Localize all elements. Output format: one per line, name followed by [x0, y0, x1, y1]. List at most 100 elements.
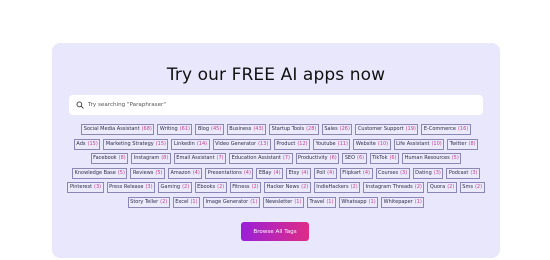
tag-knowledge-base[interactable]: Knowledge Base (5) — [72, 167, 128, 179]
tag-label: Quora — [429, 184, 446, 190]
tag-customer-support[interactable]: Customer Support (19) — [355, 124, 419, 135]
tag-label: Pinterest — [69, 184, 93, 190]
tag-reviews[interactable]: Reviews (5) — [130, 167, 165, 179]
tag-human-resources[interactable]: Human Resources (5) — [402, 153, 462, 164]
tag-count: (6) — [357, 155, 365, 161]
tag-newsletter[interactable]: Newsletter (1) — [262, 196, 304, 208]
tag-whitepaper[interactable]: Whitepaper (1) — [381, 196, 425, 208]
tag-count: (10) — [377, 140, 389, 147]
tag-story-teller[interactable]: Story Teller (2) — [127, 196, 170, 208]
tag-count: (7) — [216, 155, 224, 161]
tag-count: (6) — [329, 155, 337, 161]
tag-count: (3) — [94, 184, 102, 190]
tag-label: Travel — [309, 198, 325, 205]
tag-row: Pinterest (3) Press Release (3) Gaming (2) Ebo… — [67, 182, 485, 193]
tag-count: (11) — [337, 140, 348, 147]
tag-education-assistant[interactable]: Education Assistant (7) — [229, 153, 293, 164]
tag-website[interactable]: Website (10) — [353, 138, 391, 150]
tag-ebooks[interactable]: Ebooks (2) — [194, 182, 227, 193]
tag-productivity[interactable]: Productivity (6) — [295, 153, 340, 164]
tag-etsy[interactable]: Etsy (4) — [286, 167, 311, 179]
tag-count: (16) — [457, 126, 469, 132]
tag-label: Email Assistant — [176, 155, 215, 161]
tag-quora[interactable]: Quora (2) — [427, 182, 457, 193]
tag-blog[interactable]: Blog (45) — [195, 124, 224, 135]
tag-count: (4) — [301, 169, 309, 176]
tag-count: (26) — [339, 126, 350, 132]
browse-all-tags-button[interactable]: Browse All Tags — [241, 222, 309, 241]
tag-cloud: Social Media Assistant (68) Writing (61) Blo… — [52, 124, 500, 208]
tag-instagram-threads[interactable]: Instagram Threads (2) — [363, 182, 425, 193]
tag-label: Flipkart — [342, 169, 361, 176]
tag-life-assistant[interactable]: Life Assistant (10) — [393, 138, 445, 150]
tag-count: (13) — [258, 140, 269, 147]
tag-count: (5) — [155, 169, 163, 176]
search-input[interactable] — [88, 102, 468, 108]
tag-ebay[interactable]: EBay (4) — [256, 167, 284, 179]
tag-email-assistant[interactable]: Email Assistant (7) — [173, 153, 227, 164]
tag-count: (1) — [190, 198, 198, 205]
tag-count: (2) — [251, 184, 259, 190]
tag-dating[interactable]: Dating (3) — [412, 167, 444, 179]
tag-hacker-news[interactable]: Hacker News (2) — [264, 182, 311, 193]
tag-poll[interactable]: Poll (4) — [313, 167, 337, 179]
tag-video-generator[interactable]: Video Generator (13) — [212, 138, 271, 150]
tag-count: (19) — [405, 126, 416, 132]
tag-linkedin[interactable]: Linkedin (14) — [171, 138, 210, 150]
tag-label: Amazon — [170, 169, 191, 176]
tag-gaming[interactable]: Gaming (2) — [158, 182, 192, 193]
tag-count: (7) — [282, 155, 290, 161]
search-bar[interactable] — [69, 95, 483, 115]
tag-youtube[interactable]: Youtube (11) — [313, 138, 351, 150]
tag-count: (15) — [155, 140, 166, 147]
tag-count: (4) — [273, 169, 281, 176]
tag-label: Presentations — [207, 169, 242, 176]
tag-count: (28) — [306, 126, 317, 132]
tag-excel[interactable]: Excel (1) — [172, 196, 201, 208]
tag-label: Website — [355, 140, 376, 147]
tag-ads[interactable]: Ads (15) — [73, 138, 101, 150]
tag-twitter[interactable]: Twitter (8) — [447, 138, 479, 150]
tag-label: Linkedin — [173, 140, 195, 147]
tag-label: Courses — [378, 169, 399, 176]
tag-sms[interactable]: Sms (2) — [459, 182, 485, 193]
tag-instagram[interactable]: Instagram (8) — [131, 153, 171, 164]
tag-startup-tools[interactable]: Startup Tools (28) — [269, 124, 319, 135]
tag-count: (8) — [161, 155, 169, 161]
tag-pinterest[interactable]: Pinterest (3) — [67, 182, 104, 193]
tag-e-commerce[interactable]: E-Commerce (16) — [421, 124, 471, 135]
tag-marketing-strategy[interactable]: Marketing Strategy (15) — [103, 138, 169, 150]
tag-whatsapp[interactable]: Whatsapp (1) — [338, 196, 379, 208]
tag-podcast[interactable]: Podcast (3) — [446, 167, 480, 179]
tag-travel[interactable]: Travel (1) — [306, 196, 336, 208]
tag-writing[interactable]: Writing (61) — [157, 124, 193, 135]
tag-business[interactable]: Business (43) — [226, 124, 267, 135]
tag-count: (3) — [470, 169, 478, 176]
tag-label: Gaming — [160, 184, 181, 190]
tag-indiehackers[interactable]: IndieHackers (2) — [313, 182, 361, 193]
tag-sales[interactable]: Sales (26) — [321, 124, 353, 135]
tag-count: (2) — [160, 198, 168, 205]
tag-amazon[interactable]: Amazon (4) — [167, 167, 203, 179]
tag-presentations[interactable]: Presentations (4) — [205, 167, 254, 179]
tag-count: (8) — [468, 140, 476, 147]
tag-count: (4) — [192, 169, 200, 176]
tag-press-release[interactable]: Press Release (3) — [106, 182, 156, 193]
tag-tiktok[interactable]: TikTok (6) — [369, 153, 400, 164]
tag-social-media-assistant[interactable]: Social Media Assistant (68) — [81, 124, 155, 135]
tag-label: Blog — [197, 126, 210, 132]
tag-row: Story Teller (2) Excel (1) Image Generator (1… — [127, 196, 425, 208]
tag-image-generator[interactable]: Image Generator (1) — [203, 196, 260, 208]
tag-facebook[interactable]: Facebook (8) — [90, 153, 129, 164]
tag-product[interactable]: Product (12) — [273, 138, 311, 150]
ai-apps-panel: Try our FREE AI apps now Social Media As… — [52, 43, 500, 258]
tag-flipkart[interactable]: Flipkart (4) — [339, 167, 373, 179]
tag-label: Poll — [316, 169, 326, 176]
tag-label: IndieHackers — [316, 184, 349, 190]
tag-fitness[interactable]: Fitness (2) — [229, 182, 262, 193]
tag-courses[interactable]: Courses (3) — [375, 167, 410, 179]
tag-row: Facebook (8) Instagram (8) Email Assistant (7… — [90, 153, 462, 164]
tag-label: Knowledge Base — [74, 169, 116, 176]
tag-seo[interactable]: SEO (6) — [342, 153, 367, 164]
tag-count: (4) — [362, 169, 370, 176]
